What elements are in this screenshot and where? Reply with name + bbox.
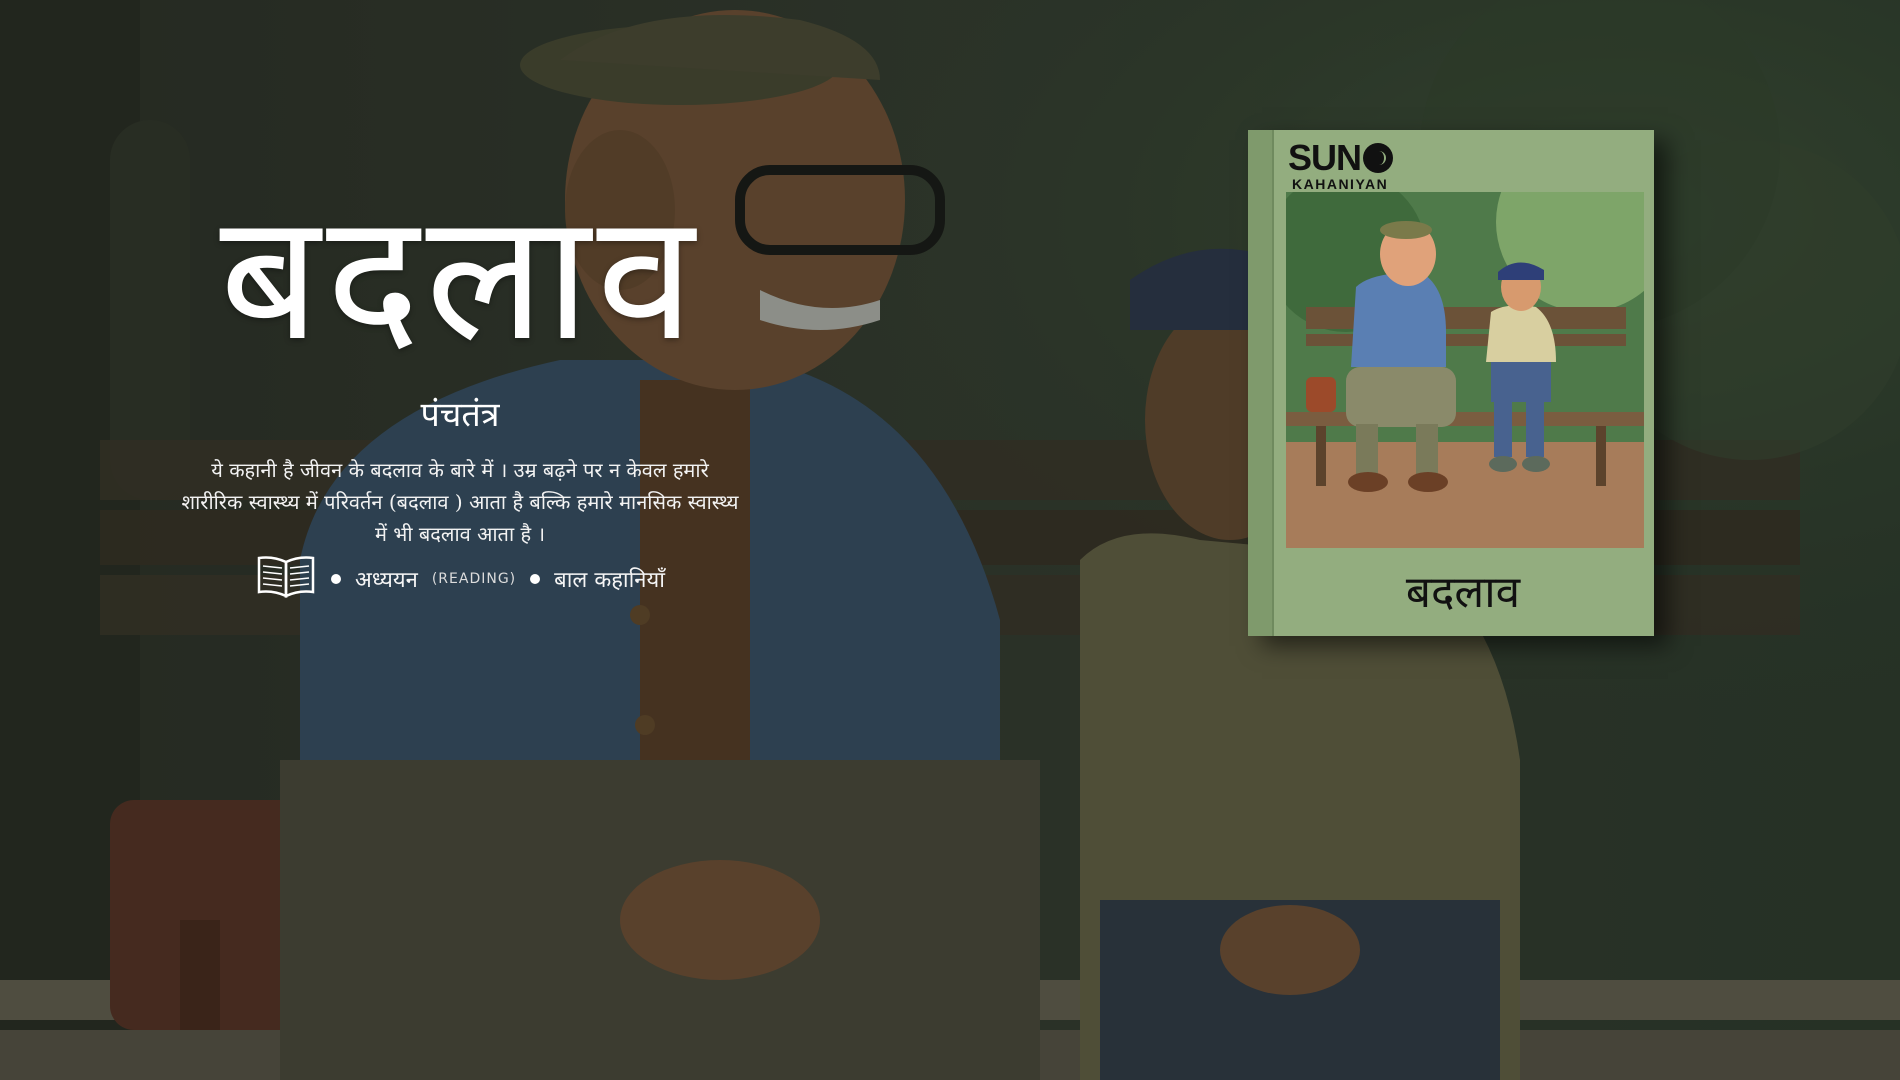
cover-illustration: [1286, 192, 1644, 548]
open-book-icon: [255, 554, 317, 604]
category-label[interactable]: अध्ययन: [355, 564, 418, 594]
bullet-dot: [530, 574, 541, 584]
story-collection: पंचतंत्र: [420, 395, 500, 435]
audio-wave-icon: [1363, 143, 1394, 173]
story-title: बदलाव: [219, 175, 701, 380]
book-spine: [1248, 130, 1274, 636]
category-english-label: (READING): [431, 571, 517, 587]
hero-section: बदलाव पंचतंत्र ये कहानी है जीवन के बदलाव…: [160, 190, 760, 604]
cover-title: बदलाव: [1405, 567, 1521, 618]
logo-text: SUN: [1288, 137, 1362, 178]
story-description: ये कहानी है जीवन के बदलाव के बारे में । …: [181, 458, 739, 546]
story-meta: अध्ययन (READING) बाल कहानियाँ: [160, 554, 760, 604]
brand-logo: SUN KAHANIYAN: [1288, 136, 1394, 192]
logo-subtext: KAHANIYAN: [1292, 176, 1389, 192]
bullet-dot: [331, 574, 342, 584]
tag-label[interactable]: बाल कहानियाँ: [554, 564, 665, 594]
book-cover[interactable]: SUN KAHANIYAN बदलाव: [1248, 130, 1654, 636]
